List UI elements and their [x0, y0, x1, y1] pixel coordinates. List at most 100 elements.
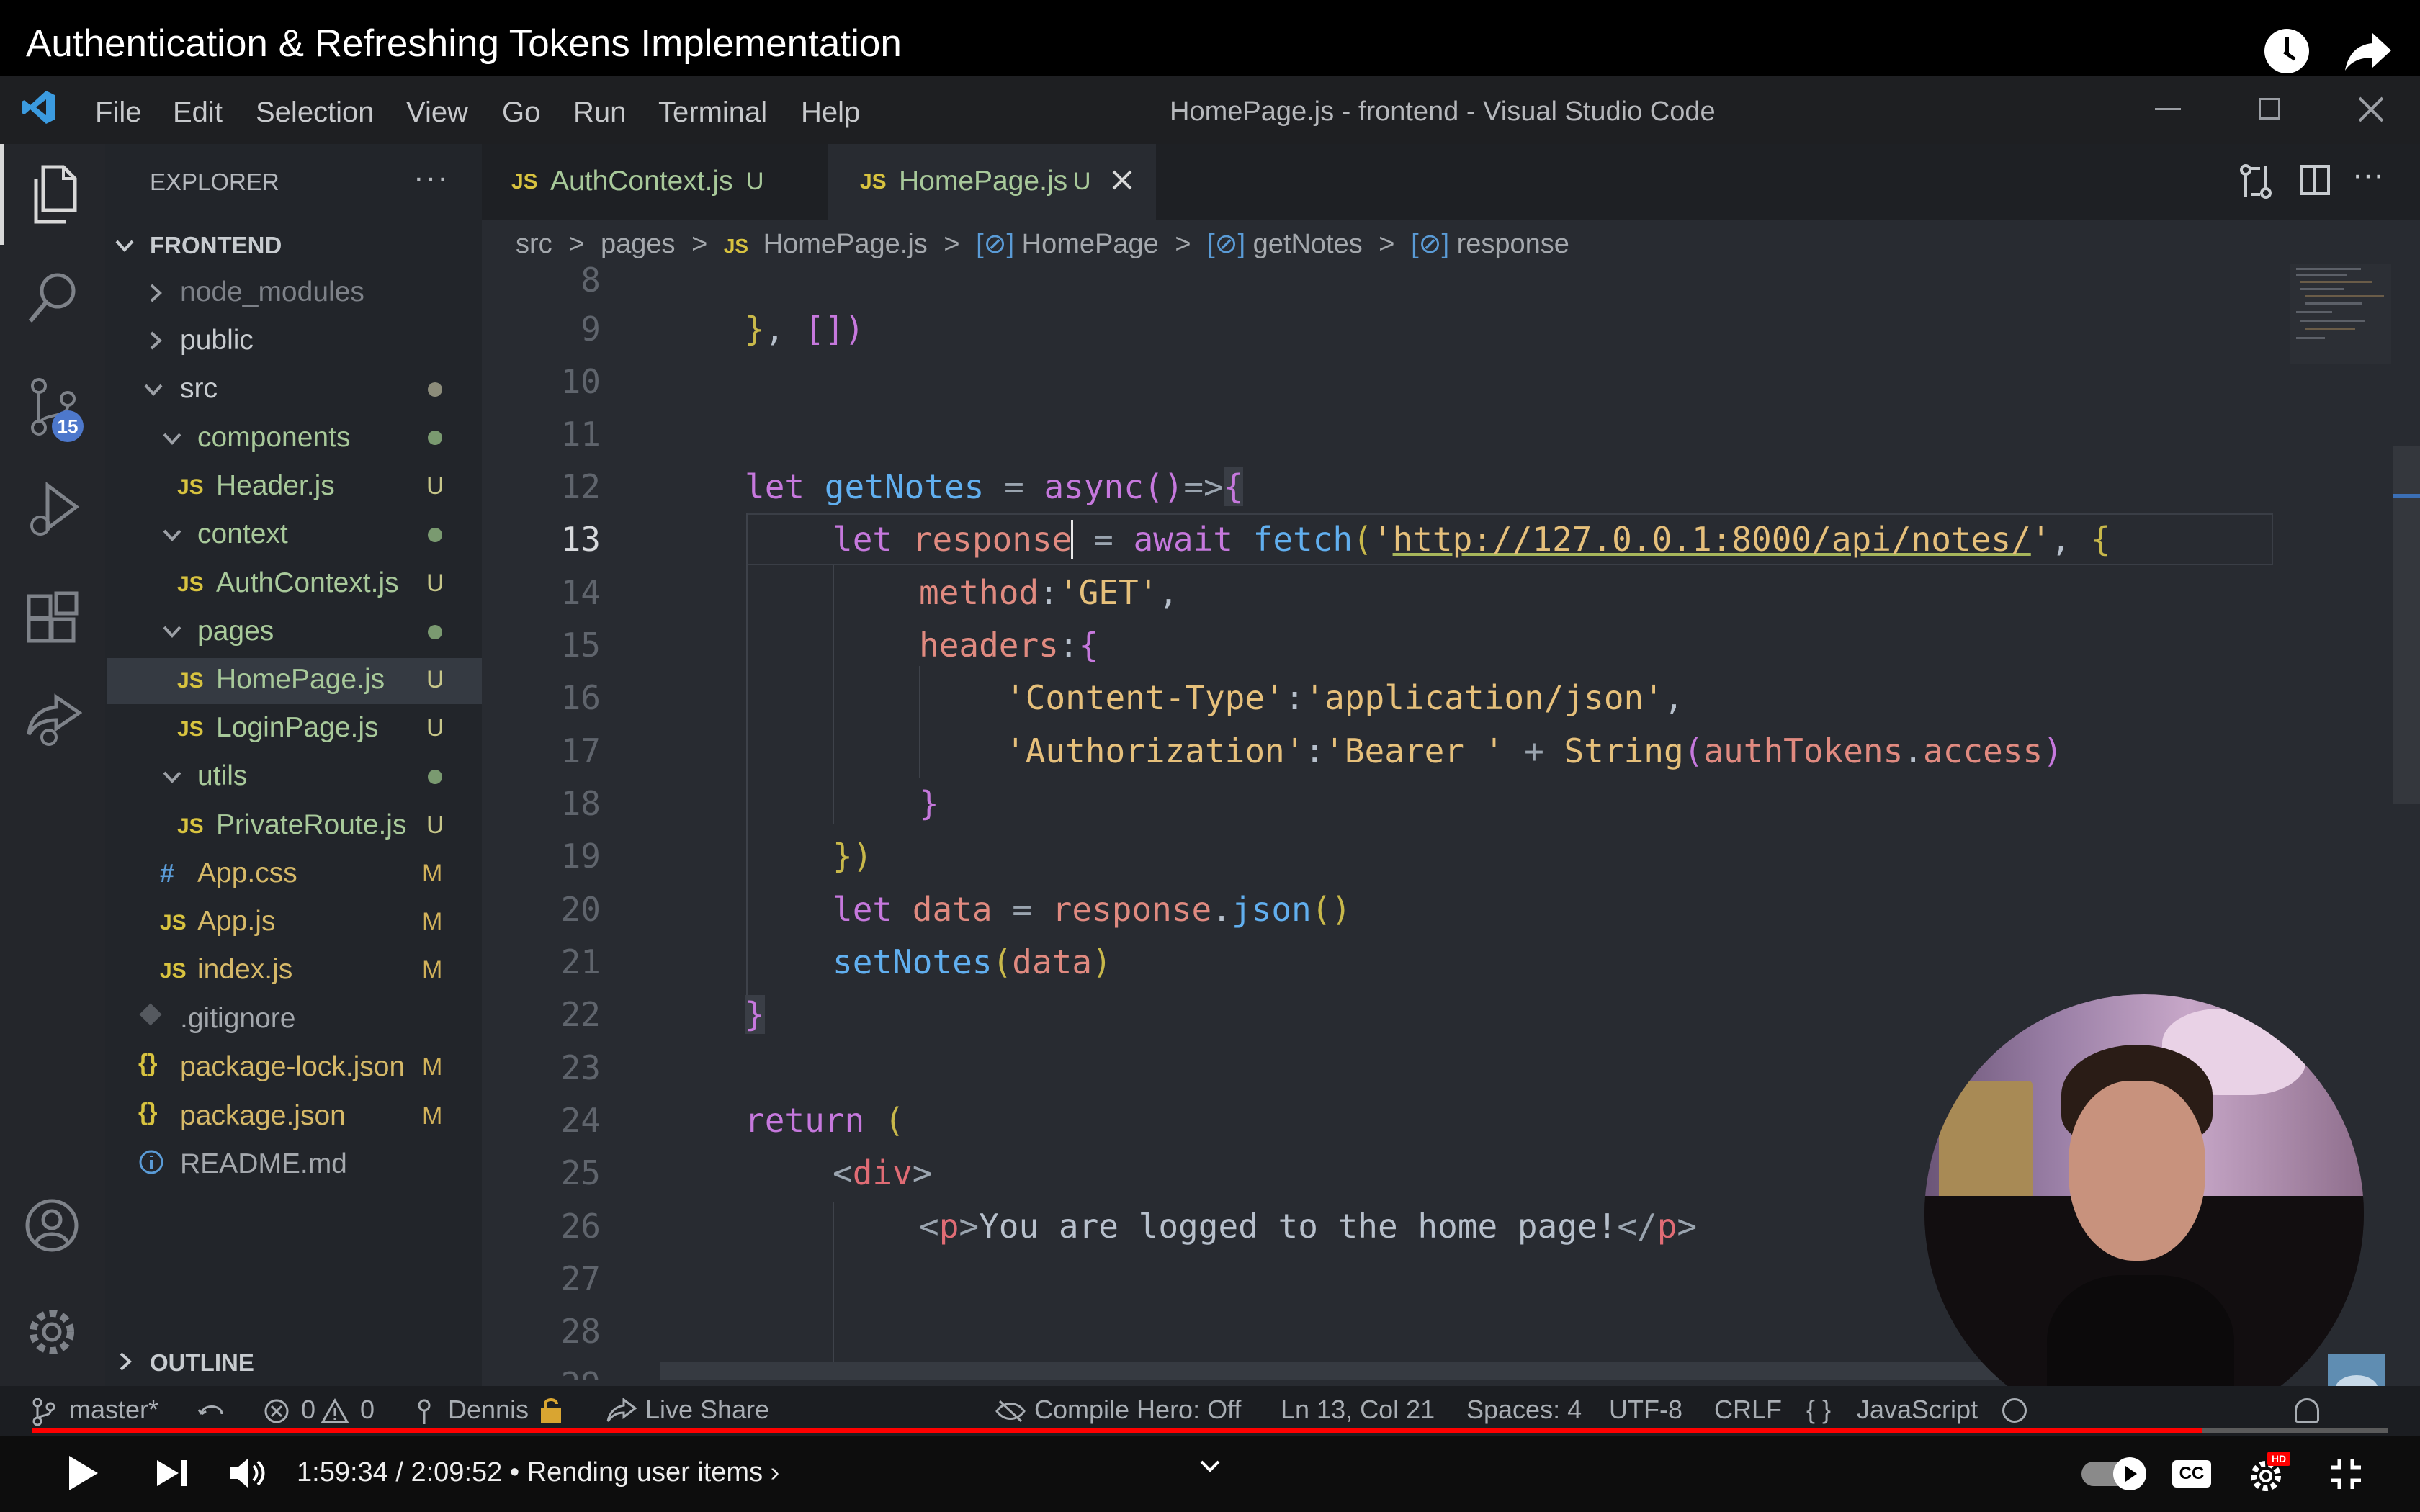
status-eol[interactable]: CRLF: [1714, 1395, 1782, 1425]
horizontal-scrollbar[interactable]: [660, 1362, 2125, 1380]
autoplay-toggle[interactable]: [2081, 1457, 2146, 1490]
tree-item-authcontext-js[interactable]: AuthContext.js: [216, 567, 399, 599]
tree-item-context[interactable]: context: [197, 518, 288, 550]
chapter-title[interactable]: • Rending user items ›: [510, 1457, 779, 1488]
minimize-icon[interactable]: [2155, 108, 2181, 110]
tree-item-components[interactable]: components: [197, 422, 350, 454]
video-title: Authentication & Refreshing Tokens Imple…: [26, 22, 902, 65]
line-number: 12: [560, 467, 601, 506]
close-tab-icon[interactable]: [1111, 168, 1134, 192]
line-number: 28: [560, 1312, 601, 1351]
code-line: }: [919, 784, 939, 823]
explorer-header: EXPLORER: [150, 168, 279, 195]
line-number-current: 13: [560, 520, 601, 559]
breadcrumb-response[interactable]: response: [1457, 229, 1569, 259]
status-account-icon[interactable]: [2295, 1398, 2319, 1423]
tree-item-loginpage-js[interactable]: LoginPage.js: [216, 712, 379, 744]
tree-item-header-js[interactable]: Header.js: [216, 470, 335, 502]
extensions-icon[interactable]: [26, 590, 81, 645]
code-line: <div>: [833, 1153, 933, 1192]
close-window-icon[interactable]: [2357, 95, 2385, 124]
tree-item-package-lock-json[interactable]: package-lock.json: [180, 1051, 405, 1083]
tree-item-node-modules[interactable]: node_modules: [180, 276, 364, 308]
editor-more-icon[interactable]: ···: [2352, 157, 2384, 193]
share-icon[interactable]: [2344, 30, 2393, 72]
menu-go[interactable]: Go: [502, 96, 540, 129]
status-warnings[interactable]: 0: [360, 1395, 375, 1425]
status-live-share[interactable]: Live Share: [645, 1395, 769, 1425]
vscode-logo-icon: [22, 91, 55, 124]
status-encoding[interactable]: UTF-8: [1609, 1395, 1682, 1425]
eye-off-icon: [995, 1400, 1026, 1423]
tree-item-src[interactable]: src: [180, 373, 218, 405]
status-branch[interactable]: master*: [69, 1395, 158, 1425]
code-line: <p>You are logged to the home page!</p>: [919, 1207, 1698, 1246]
chevron-down-icon[interactable]: [1197, 1457, 1223, 1475]
status-user[interactable]: Dennis: [448, 1395, 529, 1425]
status-feedback-icon[interactable]: [2002, 1398, 2027, 1423]
menu-view[interactable]: View: [406, 96, 468, 129]
explorer-more-icon[interactable]: ···: [413, 160, 449, 196]
explorer-icon[interactable]: [26, 164, 78, 225]
menu-run[interactable]: Run: [573, 96, 626, 129]
volume-icon[interactable]: [229, 1456, 268, 1490]
tree-item-pages[interactable]: pages: [197, 616, 274, 647]
scrollbar-marker: [2393, 494, 2420, 498]
breadcrumb-getnotes[interactable]: getNotes: [1253, 229, 1363, 259]
tab-authcontext-js[interactable]: AuthContext.js: [550, 166, 733, 197]
watch-later-icon[interactable]: [2264, 29, 2309, 73]
tree-item-gitignore[interactable]: .gitignore: [180, 1003, 295, 1035]
restore-icon[interactable]: [2259, 98, 2280, 120]
captions-icon[interactable]: CC: [2172, 1460, 2211, 1488]
live-share-icon[interactable]: [24, 691, 82, 749]
status-cursor-position[interactable]: Ln 13, Col 21: [1281, 1395, 1435, 1425]
next-icon[interactable]: [154, 1457, 190, 1489]
menu-file[interactable]: File: [95, 96, 141, 129]
tree-item-readme-md[interactable]: README.md: [180, 1148, 347, 1180]
menu-selection[interactable]: Selection: [256, 96, 375, 129]
tab-homepage-js[interactable]: HomePage.js: [899, 166, 1067, 197]
menu-terminal[interactable]: Terminal: [658, 96, 767, 129]
settings-gear-icon[interactable]: [24, 1305, 79, 1359]
scm-badge: 15: [52, 410, 84, 442]
vertical-scrollbar[interactable]: [2393, 446, 2420, 804]
tree-item-app-js[interactable]: App.js: [197, 906, 275, 937]
sync-icon[interactable]: [197, 1400, 226, 1423]
outline-section[interactable]: OUTLINE: [150, 1349, 254, 1377]
chevron-right-icon[interactable]: [117, 1351, 134, 1372]
tree-item-public[interactable]: public: [180, 325, 254, 356]
chevron-right-icon: [150, 284, 162, 302]
status-indentation[interactable]: Spaces: 4: [1466, 1395, 1582, 1425]
chevron-right-icon: >: [1175, 229, 1191, 259]
split-editor-icon[interactable]: [2299, 164, 2331, 196]
minimap[interactable]: [2290, 264, 2391, 364]
line-number: 26: [560, 1207, 601, 1246]
status-language[interactable]: JavaScript: [1857, 1395, 1978, 1425]
breadcrumb-file[interactable]: HomePage.js: [763, 229, 928, 259]
breadcrumb-homepage[interactable]: HomePage: [1022, 229, 1159, 259]
search-icon[interactable]: [26, 269, 81, 327]
status-compile-hero[interactable]: Compile Hero: Off: [1034, 1395, 1241, 1425]
breadcrumb-pages[interactable]: pages: [601, 229, 676, 259]
tree-item-index-js[interactable]: index.js: [197, 954, 292, 986]
tree-item-utils[interactable]: utils: [197, 760, 247, 792]
menu-edit[interactable]: Edit: [173, 96, 223, 129]
menu-help[interactable]: Help: [801, 96, 860, 129]
exit-fullscreen-icon[interactable]: [2328, 1456, 2364, 1492]
breadcrumb-src[interactable]: src: [516, 229, 552, 259]
account-icon[interactable]: [24, 1198, 79, 1253]
warning-icon: [321, 1398, 349, 1423]
js-file-icon: JS: [177, 814, 204, 838]
tree-item-app-css[interactable]: App.css: [197, 858, 297, 889]
video-progress-track[interactable]: [32, 1428, 2388, 1433]
compare-changes-icon[interactable]: [2238, 163, 2273, 200]
tree-item-homepage-js[interactable]: HomePage.js: [216, 664, 385, 696]
run-debug-icon[interactable]: [26, 481, 81, 541]
status-errors[interactable]: 0: [301, 1395, 315, 1425]
tree-item-package-json[interactable]: package.json: [180, 1100, 346, 1132]
hd-badge-icon: HD: [2267, 1452, 2290, 1466]
tree-item-privateroute-js[interactable]: PrivateRoute.js: [216, 809, 406, 841]
play-icon[interactable]: [66, 1453, 101, 1493]
explorer-section-frontend[interactable]: FRONTEND: [150, 232, 282, 259]
chevron-down-icon[interactable]: [114, 235, 135, 256]
